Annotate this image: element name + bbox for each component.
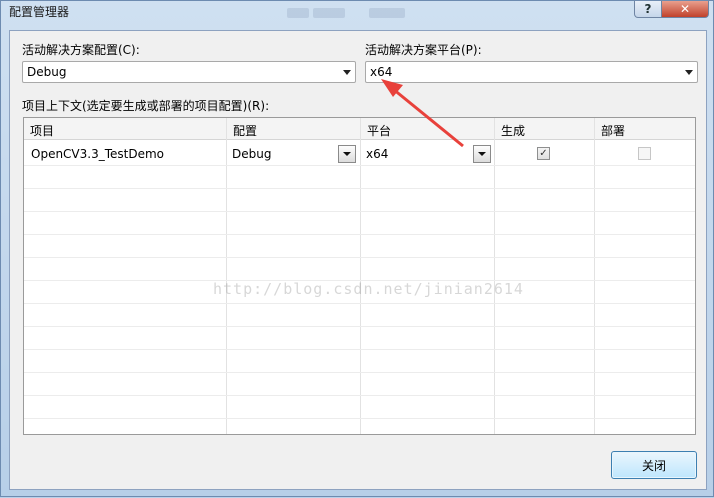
solution-config-dropdown[interactable]: Debug [22,61,356,83]
project-platform-cell[interactable]: x64 [366,147,388,161]
column-header-build[interactable]: 生成 [495,118,595,140]
solution-platform-value: x64 [370,65,393,79]
row-divider [24,372,695,373]
help-button[interactable]: ? [634,1,662,18]
row-divider [24,165,695,166]
chevron-down-icon [343,152,351,156]
watermark-text: http://blog.csdn.net/jinian2614 [213,280,524,298]
row-divider [24,303,695,304]
project-config-dropdown-button[interactable] [338,145,356,163]
chevron-down-icon [478,152,486,156]
row-divider [24,418,695,419]
title-bar[interactable]: 配置管理器 ? ✕ [1,1,713,21]
column-header-config[interactable]: 配置 [227,118,361,140]
chevron-down-icon [685,70,693,75]
row-divider [24,395,695,396]
column-divider [695,118,696,434]
background-blur [287,8,309,18]
solution-config-value: Debug [27,65,67,79]
row-divider [24,211,695,212]
column-header-platform[interactable]: 平台 [361,118,495,140]
deploy-checkbox[interactable] [638,147,651,160]
build-checkbox[interactable]: ✓ [537,147,550,160]
project-name-cell: OpenCV3.3_TestDemo [31,147,165,161]
project-config-cell[interactable]: Debug [232,147,271,161]
row-divider [24,326,695,327]
solution-platform-label: 活动解决方案平台(P): [365,43,482,57]
column-header-deploy[interactable]: 部署 [595,118,695,140]
solution-platform-dropdown[interactable]: x64 [365,61,698,83]
row-divider [24,349,695,350]
chevron-down-icon [343,70,351,75]
background-blur [313,8,345,18]
close-window-button[interactable]: ✕ [661,1,709,18]
window-title: 配置管理器 [9,5,70,19]
column-header-project[interactable]: 项目 [24,118,227,140]
project-platform-dropdown-button[interactable] [473,145,491,163]
row-divider [24,257,695,258]
row-divider [24,234,695,235]
configuration-manager-window: 配置管理器 ? ✕ 活动解决方案配置(C): Debug 活动解决方案平台(P)… [0,0,714,497]
close-button[interactable]: 关闭 [611,451,697,479]
background-blur [369,8,405,18]
project-contexts-grid[interactable]: 项目 配置 平台 生成 部署 OpenCV3.3_TestDemo Debug … [23,117,696,435]
project-contexts-label: 项目上下文(选定要生成或部署的项目配置)(R): [22,99,270,113]
row-divider [24,188,695,189]
dialog-body: 活动解决方案配置(C): Debug 活动解决方案平台(P): x64 项目上下… [9,30,707,490]
solution-config-label: 活动解决方案配置(C): [22,43,140,57]
